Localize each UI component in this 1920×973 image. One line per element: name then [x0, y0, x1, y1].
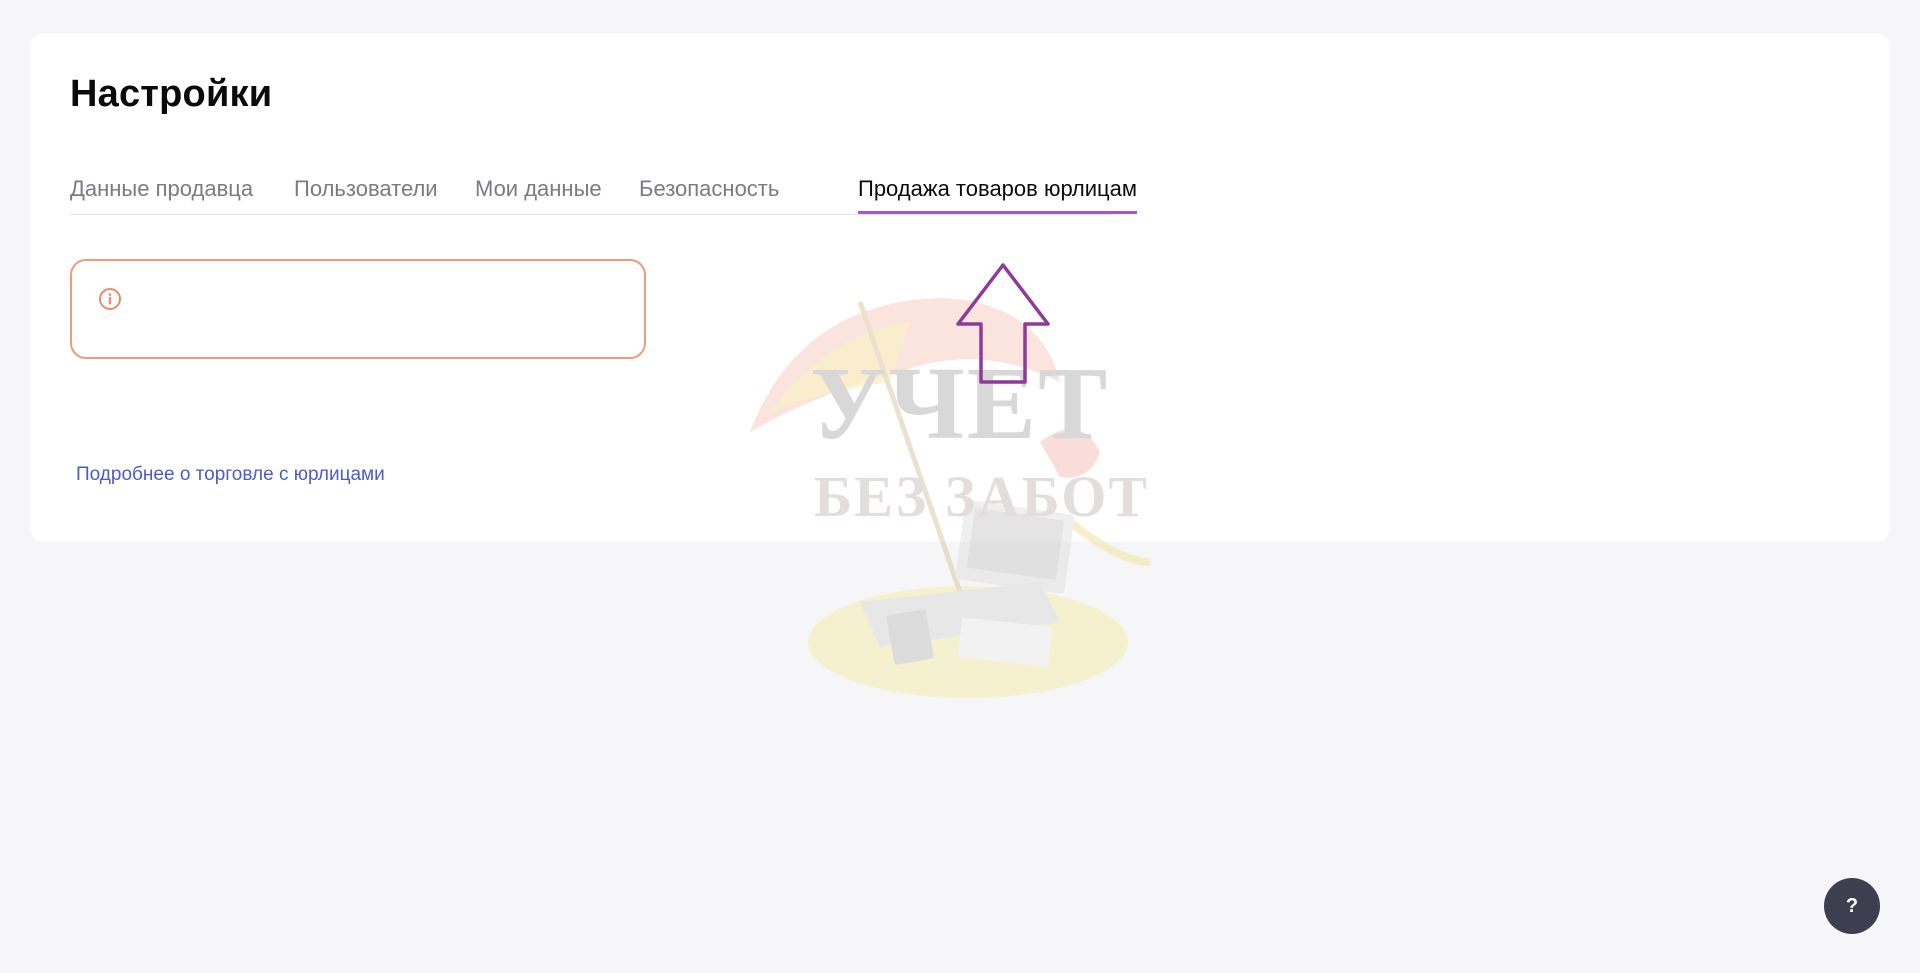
info-notice [70, 259, 646, 359]
info-icon [99, 288, 121, 310]
tab-users[interactable]: Пользователи [294, 176, 438, 214]
tab-seller-data[interactable]: Данные продавца [70, 176, 253, 214]
settings-card: Настройки Данные продавца Пользователи М… [30, 33, 1890, 542]
tab-security[interactable]: Безопасность [639, 176, 779, 214]
b2b-info-link[interactable]: Подробнее о торговле с юрлицами [76, 464, 385, 486]
help-button[interactable]: ? [1824, 878, 1880, 934]
tabs-bar: Данные продавца Пользователи Мои данные … [70, 176, 1138, 215]
tab-b2b-sales[interactable]: Продажа товаров юрлицам [858, 176, 1138, 214]
page-title: Настройки [70, 73, 273, 115]
tab-my-data[interactable]: Мои данные [475, 176, 602, 214]
